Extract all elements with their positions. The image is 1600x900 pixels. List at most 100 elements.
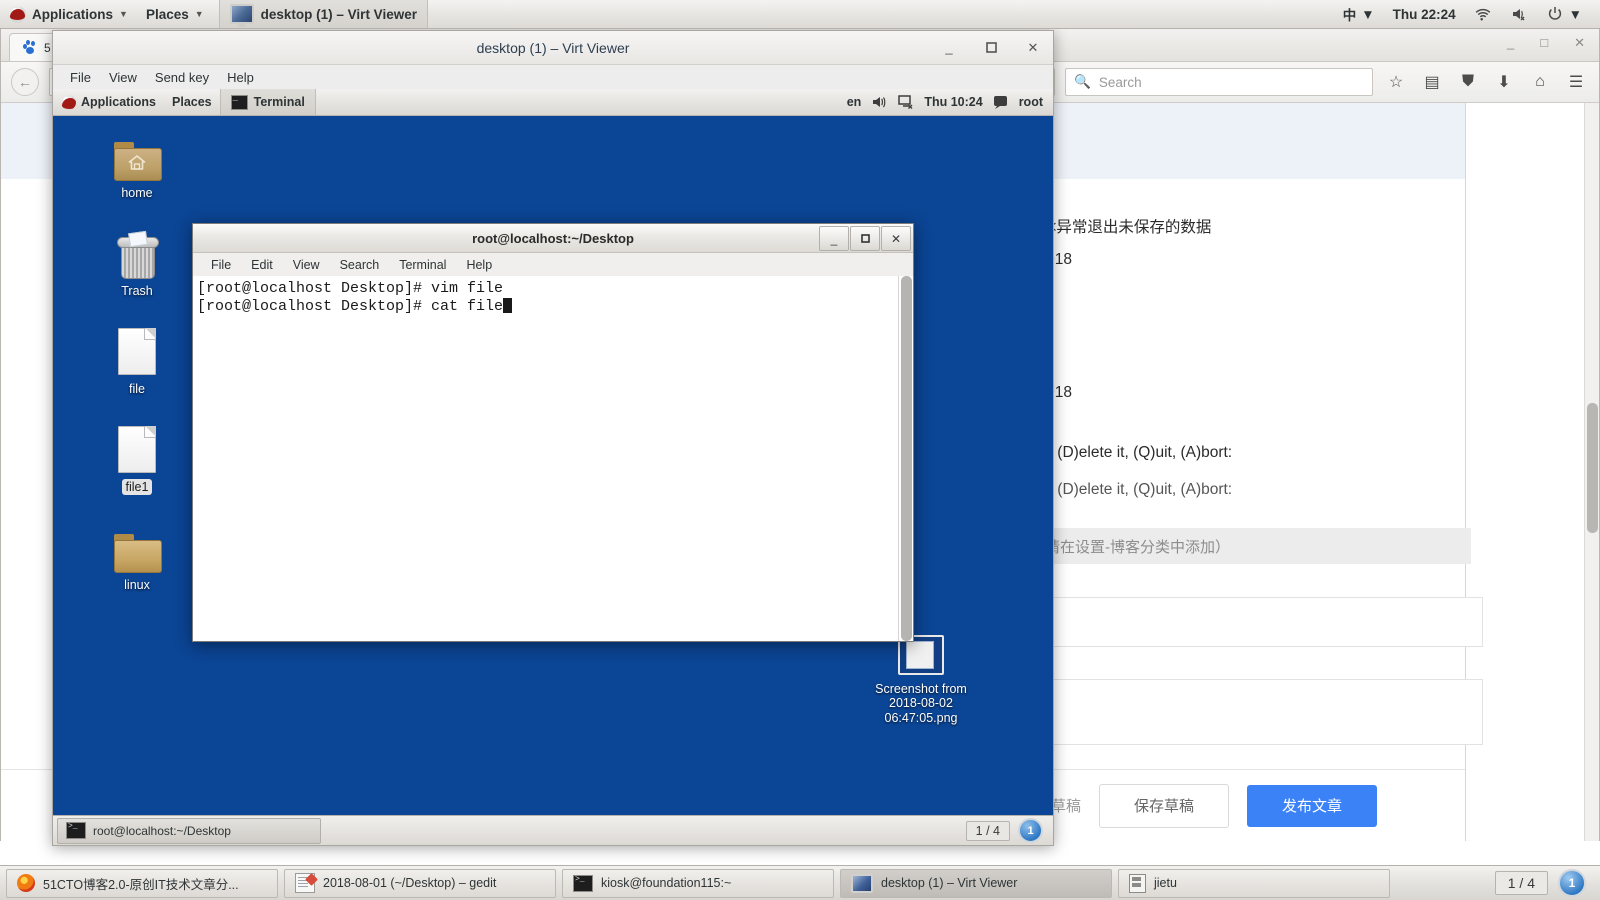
redhat-logo-icon bbox=[61, 94, 76, 110]
firefox-minimize-button[interactable]: _ bbox=[1507, 35, 1514, 51]
firefox-close-button[interactable]: ✕ bbox=[1574, 35, 1585, 51]
window-scrollbar-thumb[interactable] bbox=[1587, 403, 1598, 533]
desktop-icon-file[interactable]: file bbox=[95, 327, 179, 397]
host-panel-right: 中 ▼ Thu 22:24 ▼ bbox=[1335, 0, 1600, 28]
guest-clock[interactable]: Thu 10:24 bbox=[924, 95, 982, 109]
volume-icon[interactable] bbox=[870, 93, 888, 111]
menu-file[interactable]: File bbox=[61, 70, 100, 85]
taskbar-item-virt-viewer[interactable]: desktop (1) – Virt Viewer bbox=[840, 868, 1112, 898]
desktop-icon-linux[interactable]: linux bbox=[95, 523, 179, 593]
user-icon bbox=[993, 96, 1007, 109]
desktop-icon-label: file1 bbox=[121, 479, 153, 496]
guest-places-menu[interactable]: Places bbox=[164, 89, 220, 115]
save-draft-button[interactable]: 保存草稿 bbox=[1099, 783, 1229, 828]
window-scrollbar[interactable] bbox=[1584, 103, 1599, 841]
virt-viewer-menubar: File View Send key Help bbox=[53, 65, 1053, 90]
guest-panel-right: en Thu 10:24 root bbox=[847, 93, 1053, 111]
taskbar-item-label: jietu bbox=[1154, 876, 1177, 890]
terminal-menu-edit[interactable]: Edit bbox=[241, 258, 283, 272]
virt-viewer-close-button[interactable]: ✕ bbox=[1023, 38, 1043, 58]
house-glyph-icon bbox=[128, 155, 146, 170]
folder-icon bbox=[95, 523, 179, 573]
maximize-icon bbox=[860, 234, 870, 243]
input-method-indicator[interactable]: 中 ▼ bbox=[1335, 0, 1383, 28]
applications-menu-label: Applications bbox=[32, 6, 114, 22]
volume-muted-indicator[interactable] bbox=[1502, 0, 1536, 28]
downloads-icon[interactable]: ⬇ bbox=[1491, 69, 1517, 95]
wifi-indicator[interactable] bbox=[1466, 0, 1500, 28]
terminal-minimize-button[interactable]: _ bbox=[819, 226, 849, 251]
volume-mute-icon bbox=[1512, 9, 1525, 21]
taskbar-item-firefox[interactable]: 51CTO博客2.0-原创IT技术文章分... bbox=[6, 868, 278, 898]
maximize-icon bbox=[985, 42, 997, 53]
virt-viewer-minimize-button[interactable]: _ bbox=[939, 38, 959, 58]
guest-applications-menu[interactable]: Applications bbox=[53, 89, 164, 115]
terminal-maximize-button[interactable] bbox=[850, 226, 880, 251]
applications-menu[interactable]: Applications ▼ bbox=[0, 0, 137, 28]
chevron-down-icon: ▼ bbox=[1361, 6, 1375, 22]
publish-article-button[interactable]: 发布文章 bbox=[1247, 784, 1377, 827]
guest-input-method[interactable]: en bbox=[847, 95, 862, 109]
virt-viewer-titlebar[interactable]: desktop (1) – Virt Viewer _ ✕ bbox=[53, 31, 1053, 65]
terminal-menu-view[interactable]: View bbox=[283, 258, 330, 272]
guest-workspace-pager[interactable]: 1 / 4 bbox=[965, 820, 1010, 841]
terminal-line: [root@localhost Desktop]# cat file bbox=[197, 297, 504, 315]
terminal-menu-file[interactable]: File bbox=[201, 258, 241, 272]
terminal-titlebar[interactable]: root@localhost:~/Desktop _ ✕ bbox=[193, 224, 913, 253]
menu-icon[interactable]: ☰ bbox=[1563, 69, 1589, 95]
guest-taskbar-item[interactable]: root@localhost:~/Desktop bbox=[57, 817, 321, 844]
menu-send-key[interactable]: Send key bbox=[146, 70, 218, 85]
guest-taskbar-right: 1 / 4 1 bbox=[965, 818, 1049, 843]
network-disconnected-icon[interactable] bbox=[897, 93, 915, 111]
clock[interactable]: Thu 22:24 bbox=[1385, 0, 1464, 28]
menu-view[interactable]: View bbox=[100, 70, 146, 85]
chevron-down-icon: ▼ bbox=[119, 9, 128, 19]
taskbar-item-label: kiosk@foundation115:~ bbox=[601, 876, 732, 890]
terminal-menu-terminal[interactable]: Terminal bbox=[389, 258, 456, 272]
bookmark-star-icon[interactable]: ☆ bbox=[1383, 69, 1409, 95]
search-input[interactable]: 🔍 Search bbox=[1065, 68, 1373, 96]
guest-workspace-badge[interactable]: 1 bbox=[1018, 818, 1043, 843]
host-taskbar: 51CTO博客2.0-原创IT技术文章分... 2018-08-01 (~/De… bbox=[0, 865, 1600, 900]
terminal-scrollbar-thumb[interactable] bbox=[901, 276, 912, 641]
desktop-icon-label: Screenshot from 2018-08-02 06:47:05.png bbox=[875, 682, 967, 725]
back-button[interactable]: ← bbox=[11, 68, 39, 96]
monitor-icon bbox=[229, 4, 254, 27]
home-icon[interactable]: ⌂ bbox=[1527, 69, 1553, 95]
terminal-close-button[interactable]: ✕ bbox=[881, 226, 911, 251]
system-menu[interactable]: ▼ bbox=[1538, 0, 1590, 28]
guest-active-window-button[interactable]: Terminal bbox=[219, 89, 316, 115]
power-icon bbox=[1548, 7, 1561, 20]
terminal-icon bbox=[66, 822, 86, 839]
library-icon[interactable]: ▤ bbox=[1419, 69, 1445, 95]
host-active-window-label: desktop (1) – Virt Viewer bbox=[260, 6, 417, 22]
menu-help[interactable]: Help bbox=[218, 70, 263, 85]
desktop-icon-label: file bbox=[129, 382, 145, 396]
save-draft-label: 保存草稿 bbox=[1133, 798, 1194, 815]
terminal-menu-help[interactable]: Help bbox=[456, 258, 502, 272]
desktop-icon-home[interactable]: home bbox=[95, 131, 179, 201]
terminal-menu-search[interactable]: Search bbox=[330, 258, 390, 272]
taskbar-item-gedit[interactable]: 2018-08-01 (~/Desktop) – gedit bbox=[284, 868, 556, 898]
host-taskbar-right: 1 / 4 1 bbox=[1494, 869, 1594, 897]
virt-viewer-maximize-button[interactable] bbox=[981, 38, 1001, 58]
guest-taskbar-item-label: root@localhost:~/Desktop bbox=[93, 823, 231, 838]
host-active-window-button[interactable]: desktop (1) – Virt Viewer bbox=[218, 0, 428, 28]
terminal-output[interactable]: [root@localhost Desktop]# vim file [root@… bbox=[193, 276, 913, 641]
taskbar-item-terminal[interactable]: kiosk@foundation115:~ bbox=[562, 868, 834, 898]
desktop-icon-screenshot[interactable]: Screenshot from 2018-08-02 06:47:05.png bbox=[861, 627, 981, 728]
host-workspace-badge[interactable]: 1 bbox=[1558, 869, 1586, 897]
places-menu[interactable]: Places ▼ bbox=[137, 0, 213, 28]
taskbar-item-label: desktop (1) – Virt Viewer bbox=[881, 876, 1018, 890]
terminal-line: [root@localhost Desktop]# vim file bbox=[197, 280, 504, 297]
chevron-down-icon: ▼ bbox=[194, 9, 204, 19]
taskbar-item-jietu[interactable]: jietu bbox=[1118, 868, 1390, 898]
firefox-maximize-button[interactable]: □ bbox=[1540, 35, 1548, 51]
terminal-scrollbar[interactable] bbox=[898, 276, 913, 641]
desktop-icon-file1[interactable]: file1 bbox=[95, 425, 179, 496]
host-workspace-pager[interactable]: 1 / 4 bbox=[1494, 871, 1548, 895]
guest-user-label[interactable]: root bbox=[1019, 95, 1043, 109]
pocket-icon[interactable]: ⛊ bbox=[1455, 69, 1481, 95]
places-menu-label: Places bbox=[145, 6, 189, 22]
desktop-icon-trash[interactable]: Trash bbox=[95, 229, 179, 299]
